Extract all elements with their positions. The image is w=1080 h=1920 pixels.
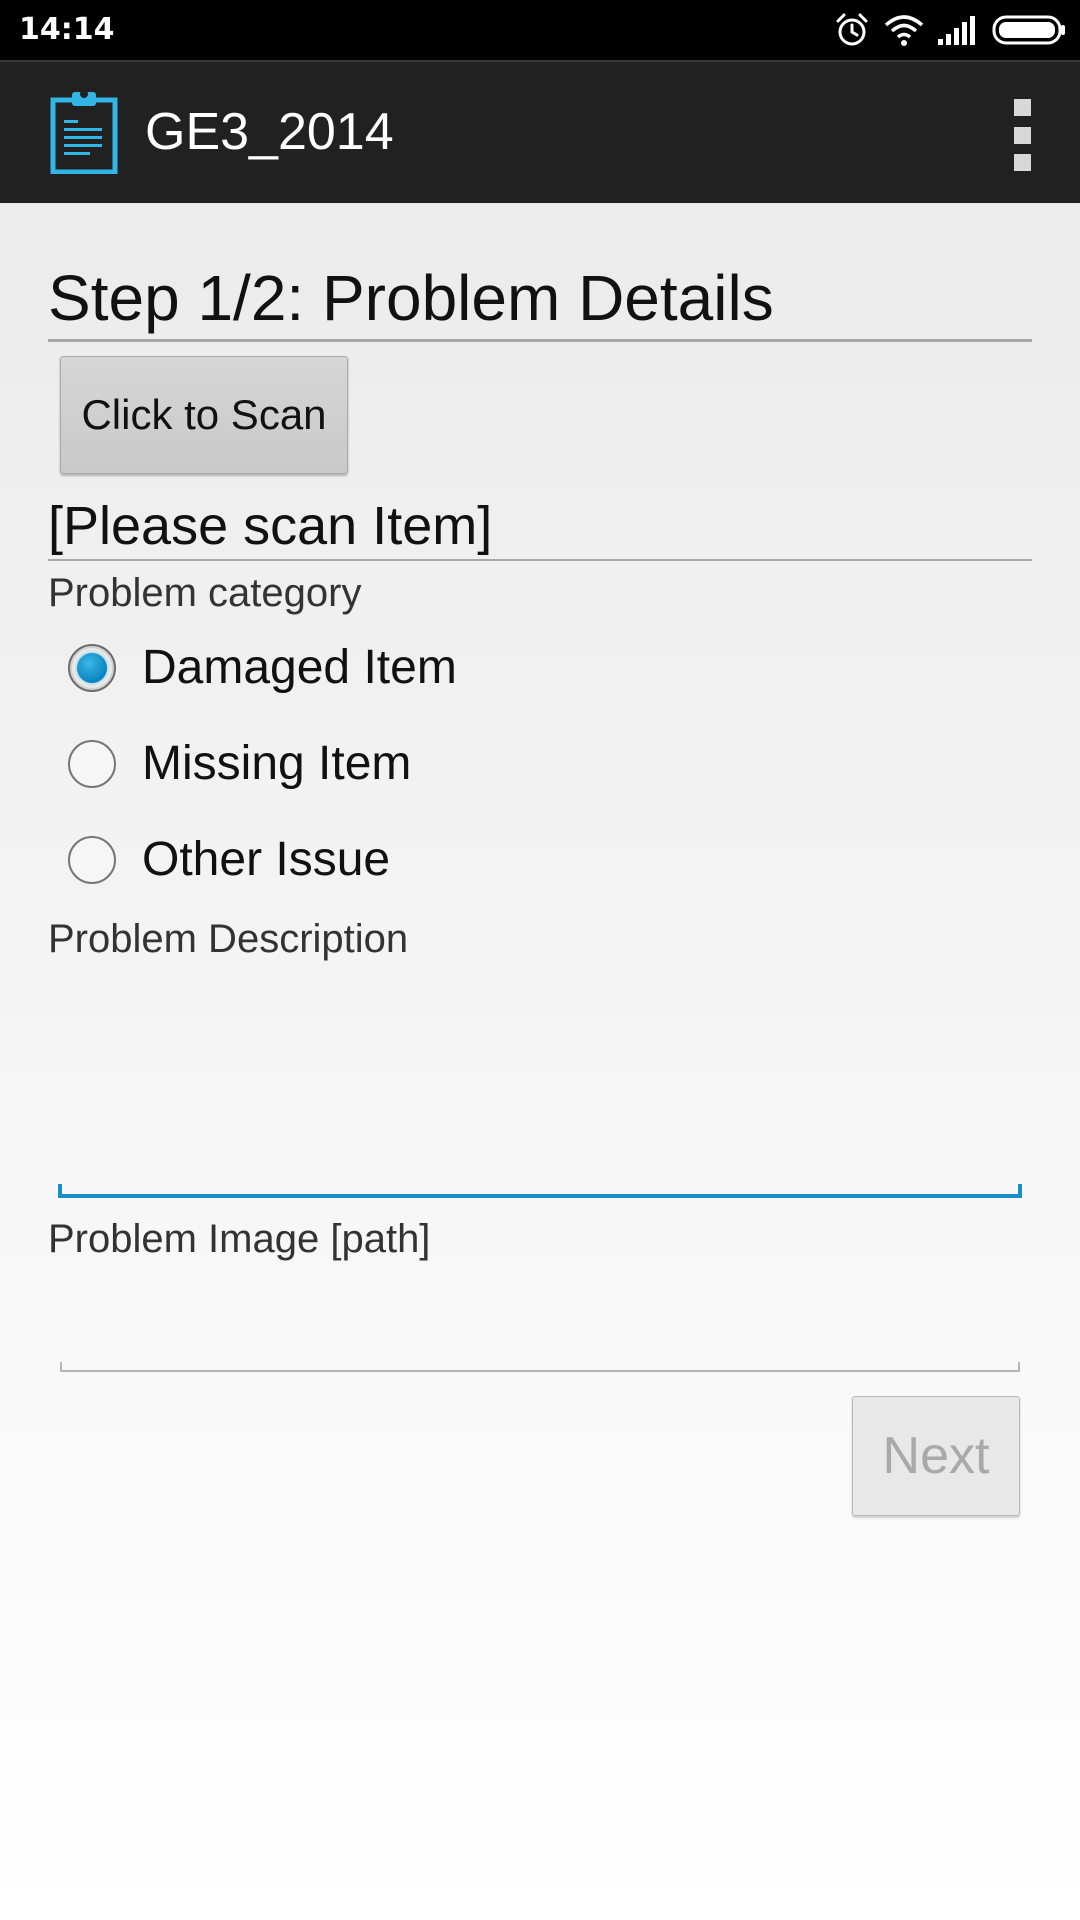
wifi-icon [884,13,924,47]
category-label: Problem category [48,571,362,615]
clipboard-icon [50,90,118,175]
status-icons [834,12,1066,48]
description-input[interactable] [58,1010,1022,1198]
radio-button[interactable] [68,740,116,788]
scan-button[interactable]: Click to Scan [60,356,348,474]
radio-missing-item[interactable]: Missing Item [68,732,411,796]
scan-status: [Please scan Item] [48,496,493,556]
overflow-dot [1013,99,1031,116]
status-time: 14:14 [19,12,115,47]
scan-status-divider [48,559,1032,561]
radio-damaged-item[interactable]: Damaged Item [68,636,457,700]
radio-button[interactable] [68,836,116,884]
radio-other-issue[interactable]: Other Issue [68,828,390,892]
overflow-menu-icon[interactable] [1004,99,1040,171]
radio-button-checked[interactable] [68,644,116,692]
app-title: GE3_2014 [145,103,394,161]
radio-label: Missing Item [142,737,412,790]
input-edge [1018,1184,1022,1198]
input-underline [60,1370,1020,1372]
action-bar: GE3_2014 [0,60,1080,203]
input-underline-focused [58,1194,1022,1198]
status-bar: 14:14 [0,0,1080,60]
description-label: Problem Description [48,917,409,961]
image-path-input[interactable] [60,1290,1020,1372]
battery-icon [992,14,1066,46]
alarm-icon [834,12,870,48]
radio-label: Damaged Item [142,641,457,694]
image-path-label: Problem Image [path] [48,1217,431,1261]
overflow-dot [1013,126,1031,144]
step-title-divider [48,339,1032,342]
overflow-dot [1013,154,1031,171]
signal-icon [938,15,978,45]
step-title: Step 1/2: Problem Details [48,262,774,334]
input-edge [1018,1362,1020,1372]
next-button[interactable]: Next [852,1396,1020,1516]
radio-label: Other Issue [142,833,391,886]
